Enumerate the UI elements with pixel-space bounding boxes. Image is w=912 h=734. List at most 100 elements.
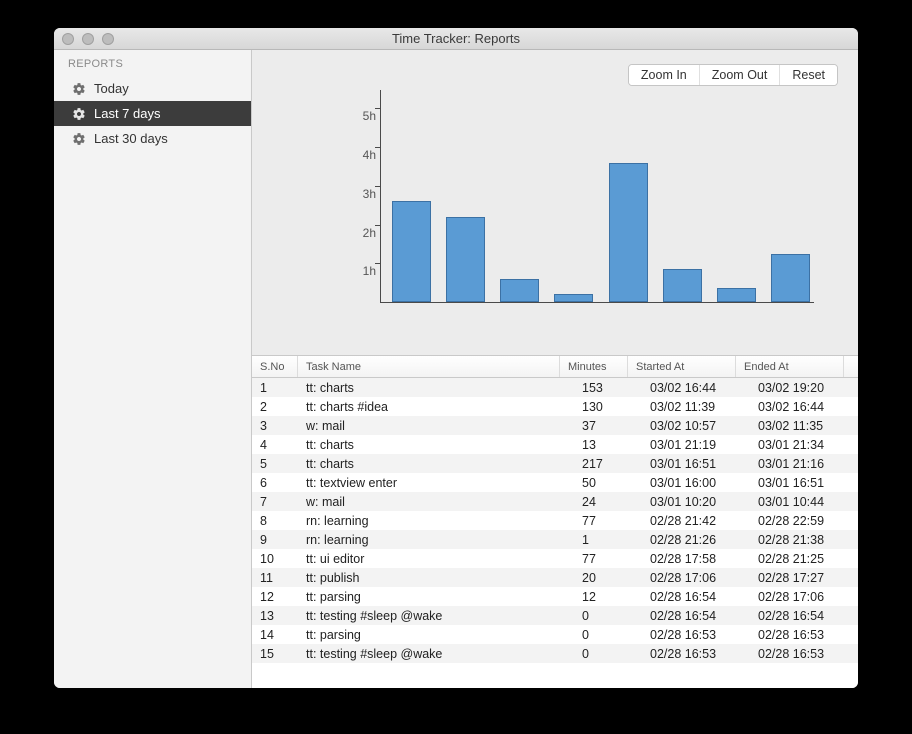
gear-icon [72,82,86,96]
titlebar: Time Tracker: Reports [54,28,858,50]
cell-start: 03/01 16:51 [642,457,750,471]
cell-task: tt: charts #idea [298,400,574,414]
chart-plot[interactable]: 1h2h3h4h5h [300,90,814,303]
cell-start: 03/02 10:57 [642,419,750,433]
cell-start: 02/28 21:42 [642,514,750,528]
cell-minutes: 12 [574,590,642,604]
cell-sno: 1 [252,381,298,395]
sidebar-item-last-7-days[interactable]: Last 7 days [54,101,251,126]
chart-bar[interactable] [392,201,431,302]
cell-task: tt: ui editor [298,552,574,566]
gear-icon [72,132,86,146]
col-task[interactable]: Task Name [298,356,560,377]
cell-task: tt: charts [298,381,574,395]
y-tick [375,263,380,264]
table-row[interactable]: 5tt: charts21703/01 16:5103/01 21:16 [252,454,858,473]
chart-bar[interactable] [446,217,485,302]
cell-end: 03/02 11:35 [750,419,858,433]
table-row[interactable]: 8rn: learning7702/28 21:4202/28 22:59 [252,511,858,530]
cell-task: tt: testing #sleep @wake [298,609,574,623]
col-end[interactable]: Ended At [736,356,844,377]
cell-sno: 4 [252,438,298,452]
col-sno[interactable]: S.No [252,356,298,377]
table-row[interactable]: 12tt: parsing1202/28 16:5402/28 17:06 [252,587,858,606]
table: S.No Task Name Minutes Started At Ended … [252,355,858,688]
table-row[interactable]: 1tt: charts15303/02 16:4403/02 19:20 [252,378,858,397]
table-row[interactable]: 3w: mail3703/02 10:5703/02 11:35 [252,416,858,435]
table-body[interactable]: 1tt: charts15303/02 16:4403/02 19:202tt:… [252,378,858,688]
cell-sno: 8 [252,514,298,528]
sidebar-header: REPORTS [54,50,251,76]
chart-bar[interactable] [663,269,702,302]
table-row[interactable]: 15tt: testing #sleep @wake002/28 16:5302… [252,644,858,663]
table-row[interactable]: 14tt: parsing002/28 16:5302/28 16:53 [252,625,858,644]
sidebar-item-last-30-days[interactable]: Last 30 days [54,126,251,151]
cell-end: 03/01 21:34 [750,438,858,452]
table-row[interactable]: 11tt: publish2002/28 17:0602/28 17:27 [252,568,858,587]
sidebar-item-today[interactable]: Today [54,76,251,101]
table-row[interactable]: 10tt: ui editor7702/28 17:5802/28 21:25 [252,549,858,568]
window-title: Time Tracker: Reports [54,31,858,46]
cell-task: tt: testing #sleep @wake [298,647,574,661]
y-tick-label: 3h [363,187,376,201]
cell-end: 02/28 17:06 [750,590,858,604]
cell-start: 03/01 16:00 [642,476,750,490]
cell-minutes: 24 [574,495,642,509]
zoom-in-button[interactable]: Zoom In [629,65,699,85]
cell-start: 02/28 17:58 [642,552,750,566]
col-min[interactable]: Minutes [560,356,628,377]
cell-sno: 5 [252,457,298,471]
chart-pane: Zoom In Zoom Out Reset 1h2h3h4h5h [252,50,858,355]
table-row[interactable]: 6tt: textview enter5003/01 16:0003/01 16… [252,473,858,492]
cell-task: tt: charts [298,457,574,471]
cell-end: 02/28 22:59 [750,514,858,528]
chart-bar[interactable] [500,279,539,302]
cell-end: 03/01 10:44 [750,495,858,509]
col-start[interactable]: Started At [628,356,736,377]
y-tick-label: 1h [363,264,376,278]
main-pane: Zoom In Zoom Out Reset 1h2h3h4h5h S.No T… [252,50,858,688]
cell-start: 02/28 16:53 [642,628,750,642]
cell-end: 03/01 21:16 [750,457,858,471]
table-row[interactable]: 4tt: charts1303/01 21:1903/01 21:34 [252,435,858,454]
table-row[interactable]: 7w: mail2403/01 10:2003/01 10:44 [252,492,858,511]
cell-sno: 11 [252,571,298,585]
chart-bar[interactable] [609,163,648,302]
cell-start: 03/01 21:19 [642,438,750,452]
cell-sno: 15 [252,647,298,661]
zoom-out-button[interactable]: Zoom Out [699,65,780,85]
cell-sno: 9 [252,533,298,547]
cell-end: 02/28 16:54 [750,609,858,623]
chart-bar[interactable] [554,294,593,302]
cell-minutes: 0 [574,647,642,661]
cell-task: w: mail [298,419,574,433]
cell-sno: 13 [252,609,298,623]
table-header: S.No Task Name Minutes Started At Ended … [252,356,858,378]
cell-start: 03/01 10:20 [642,495,750,509]
gear-icon [72,107,86,121]
cell-start: 02/28 17:06 [642,571,750,585]
cell-end: 02/28 21:38 [750,533,858,547]
cell-end: 03/01 16:51 [750,476,858,490]
cell-minutes: 0 [574,628,642,642]
sidebar-item-label: Last 30 days [94,131,168,146]
table-row[interactable]: 9rn: learning102/28 21:2602/28 21:38 [252,530,858,549]
cell-sno: 2 [252,400,298,414]
y-tick [375,186,380,187]
cell-sno: 12 [252,590,298,604]
cell-task: tt: charts [298,438,574,452]
cell-minutes: 20 [574,571,642,585]
cell-start: 03/02 11:39 [642,400,750,414]
cell-start: 02/28 16:53 [642,647,750,661]
reset-button[interactable]: Reset [779,65,837,85]
cell-minutes: 1 [574,533,642,547]
cell-minutes: 217 [574,457,642,471]
cell-start: 02/28 21:26 [642,533,750,547]
table-row[interactable]: 13tt: testing #sleep @wake002/28 16:5402… [252,606,858,625]
cell-minutes: 37 [574,419,642,433]
table-row[interactable]: 2tt: charts #idea13003/02 11:3903/02 16:… [252,397,858,416]
chart-bar[interactable] [717,288,756,302]
cell-end: 02/28 21:25 [750,552,858,566]
y-tick [375,225,380,226]
chart-bar[interactable] [771,254,810,302]
